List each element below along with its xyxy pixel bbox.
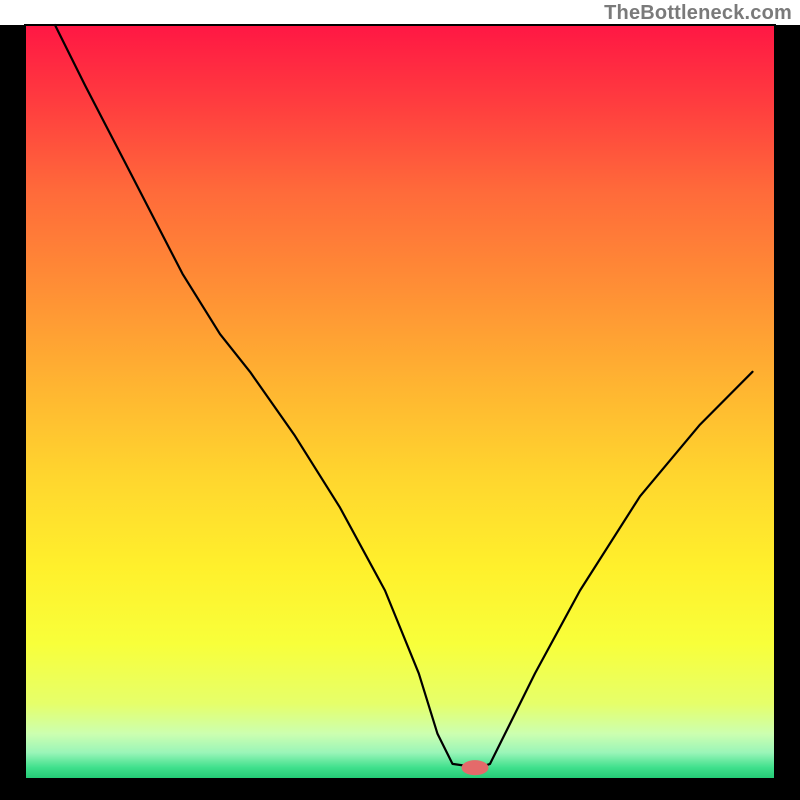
watermark-text: TheBottleneck.com bbox=[604, 2, 792, 25]
gradient-background bbox=[25, 25, 775, 779]
chart-container: TheBottleneck.com bbox=[0, 0, 800, 800]
bottleneck-chart bbox=[0, 0, 800, 800]
frame-margin bbox=[775, 25, 800, 800]
frame-margin bbox=[0, 779, 800, 800]
optimal-point-marker bbox=[462, 760, 489, 775]
frame-margin bbox=[0, 25, 25, 800]
